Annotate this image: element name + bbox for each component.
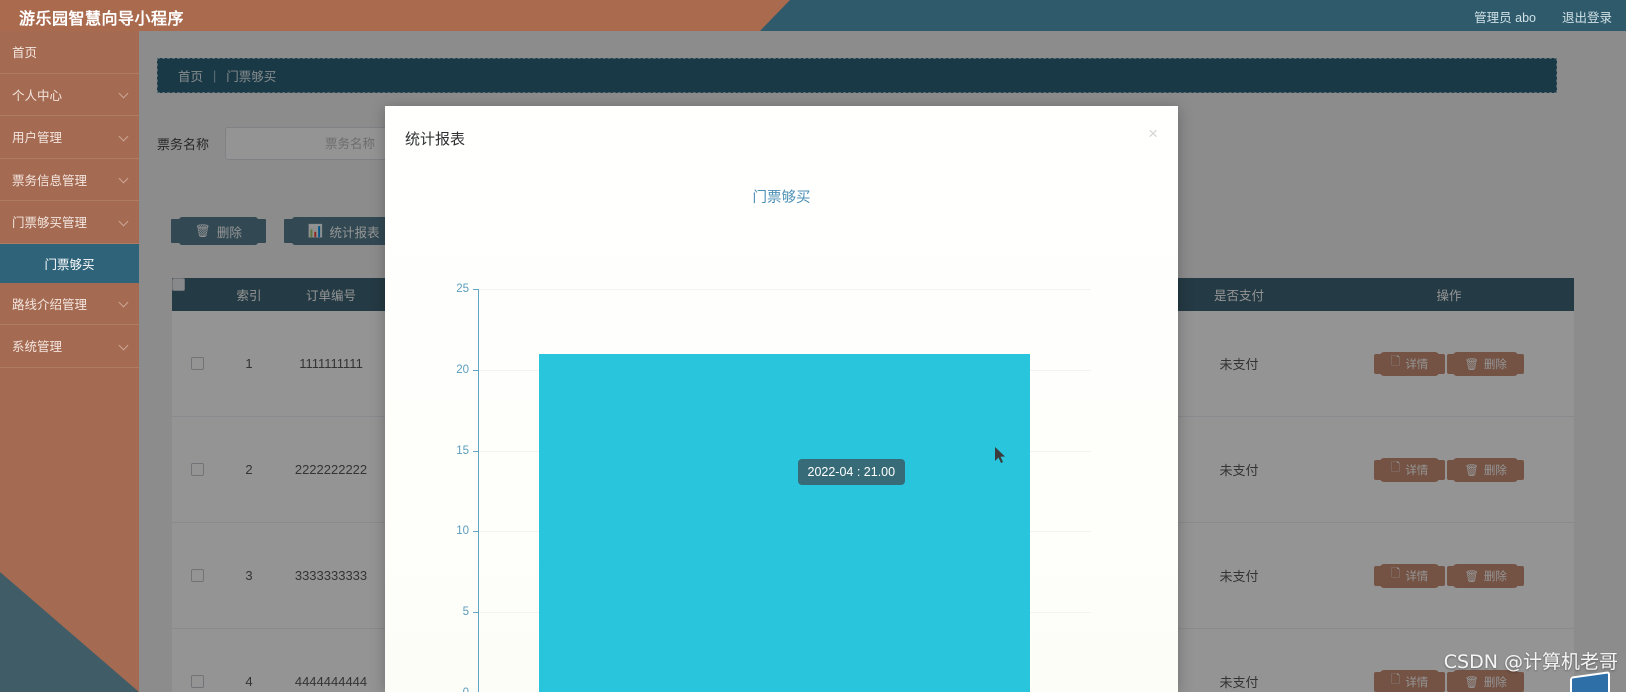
sidebar-item-label: 用户管理 xyxy=(12,131,63,146)
chevron-down-icon xyxy=(118,340,129,351)
chart-y-tick-mark xyxy=(473,289,478,290)
chart-y-tick-mark xyxy=(473,369,478,371)
chart-y-tick-mark xyxy=(473,450,478,452)
chart-container: 门票够买 0510152025 2022-04 2022-04 : 21.00 xyxy=(385,164,1178,692)
chart-y-tick-label: 0 xyxy=(463,687,469,692)
sidebar-item-label: 门票够买管理 xyxy=(12,216,88,231)
chevron-down-icon xyxy=(118,88,129,99)
chevron-down-icon xyxy=(118,297,129,308)
sidebar-item-system-management[interactable]: 系统管理 xyxy=(0,325,139,368)
close-icon[interactable]: × xyxy=(1144,121,1162,146)
sidebar-nav: 首页 个人中心 用户管理 票务信息管理 门票够买管理 门票够买 路线介绍管理 系… xyxy=(0,31,139,692)
chart-y-tick-label: 15 xyxy=(456,444,469,457)
app-root: 游乐园智慧向导小程序 管理员 abo 退出登录 首页 个人中心 用户管理 票务信… xyxy=(0,0,1626,692)
sidebar-subitem-ticket-purchase[interactable]: 门票够买 xyxy=(0,243,139,283)
chevron-down-icon xyxy=(118,131,129,142)
chart-gridline xyxy=(479,289,1091,290)
sidebar-item-label: 系统管理 xyxy=(12,340,63,355)
chart-y-tick-label: 20 xyxy=(456,363,469,376)
sidebar-item-route-intro-management[interactable]: 路线介绍管理 xyxy=(0,283,139,325)
modal-title: 统计报表 xyxy=(405,131,466,148)
sidebar-item-ticket-info-management[interactable]: 票务信息管理 xyxy=(0,159,139,201)
chart-plot-area: 0510152025 2022-04 2022-04 : 21.00 xyxy=(456,283,1091,692)
logout-link[interactable]: 退出登录 xyxy=(1562,7,1612,26)
statistics-report-modal: 统计报表 × 门票够买 0510152025 2022-04 2022-04 :… xyxy=(385,106,1178,692)
sidebar-item-ticket-purchase-management[interactable]: 门票够买管理 xyxy=(0,201,139,244)
sidebar-item-label: 首页 xyxy=(12,46,38,61)
sidebar-item-personal-center[interactable]: 个人中心 xyxy=(0,74,139,116)
sidebar-item-label: 票务信息管理 xyxy=(12,173,88,188)
chart-title: 门票够买 xyxy=(752,190,811,206)
chart-y-axis xyxy=(478,289,479,692)
chart-y-tick-mark xyxy=(473,531,478,533)
chart-tooltip: 2022-04 : 21.00 xyxy=(797,459,906,485)
chart-y-tick-label: 10 xyxy=(456,525,469,538)
current-user-label: 管理员 abo xyxy=(1474,11,1536,25)
chart-y-tick-label: 5 xyxy=(462,606,469,619)
page-title: 游乐园智慧向导小程序 xyxy=(19,11,185,28)
sidebar-item-home[interactable]: 首页 xyxy=(0,31,139,74)
chart-bar[interactable] xyxy=(539,353,1030,692)
app-header: 游乐园智慧向导小程序 管理员 abo 退出登录 xyxy=(0,0,1626,31)
chevron-down-icon xyxy=(118,173,129,184)
chart-y-tick-label: 25 xyxy=(456,283,469,295)
chart-y-tick-mark xyxy=(473,612,478,614)
chevron-down-icon xyxy=(118,216,129,227)
sidebar-decoration xyxy=(0,572,139,692)
sidebar-item-user-management[interactable]: 用户管理 xyxy=(0,116,139,159)
watermark-text: CSDN @计算机老哥 xyxy=(1443,651,1618,673)
sidebar-item-label: 个人中心 xyxy=(12,88,63,103)
header-user-area: 管理员 abo 退出登录 xyxy=(1474,7,1612,26)
sidebar-item-label: 路线介绍管理 xyxy=(12,297,88,312)
sidebar-subitem-label: 门票够买 xyxy=(44,257,95,272)
